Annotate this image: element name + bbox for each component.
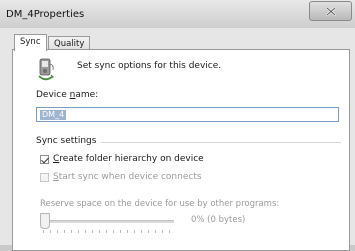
sync-panel: Set sync options for this device. Device… xyxy=(12,49,350,251)
slider-track xyxy=(43,220,174,223)
sync-intro-text: Set sync options for this device. xyxy=(77,61,222,71)
tab-sync-label: Sync xyxy=(20,37,41,47)
group-divider xyxy=(101,142,341,143)
create-folder-hierarchy-option[interactable]: Create folder hierarchy on device xyxy=(40,154,204,164)
tab-sync[interactable]: Sync xyxy=(14,34,47,51)
reserve-space-label: Reserve space on the device for use by o… xyxy=(40,199,280,209)
start-sync-option[interactable]: Start sync when device connects xyxy=(40,172,202,182)
dialog-body: Sync Quality Set sync options for this d… xyxy=(0,28,355,251)
device-name-label: Device name: xyxy=(36,90,99,100)
create-folder-hierarchy-checkbox[interactable] xyxy=(40,154,49,164)
window-title: DM_4Properties xyxy=(6,9,85,20)
title-bar: DM_4Properties xyxy=(0,0,355,29)
tab-quality-label: Quality xyxy=(54,39,85,49)
device-name-value: DM_4 xyxy=(40,110,67,120)
reserve-space-slider[interactable] xyxy=(40,213,177,233)
slider-thumb[interactable] xyxy=(40,213,50,229)
slider-ticks xyxy=(43,230,174,233)
start-sync-checkbox[interactable] xyxy=(40,172,49,182)
create-folder-hierarchy-label: Create folder hierarchy on device xyxy=(53,154,204,164)
portable-device-icon xyxy=(38,58,55,81)
start-sync-label: Start sync when device connects xyxy=(53,172,202,182)
close-icon xyxy=(325,6,336,16)
close-button[interactable] xyxy=(309,1,352,21)
reserve-space-value: 0% (0 bytes) xyxy=(191,215,246,225)
sync-settings-heading: Sync settings xyxy=(36,136,97,146)
device-name-input[interactable]: DM_4 xyxy=(36,107,339,122)
